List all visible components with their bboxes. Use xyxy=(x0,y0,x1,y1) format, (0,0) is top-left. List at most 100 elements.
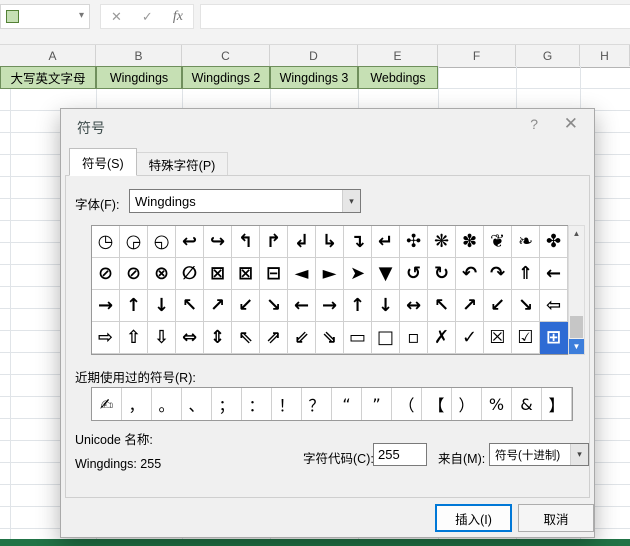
cell-B1[interactable]: Wingdings xyxy=(96,66,182,89)
symbol-cell[interactable]: ⇘ xyxy=(316,322,344,354)
symbol-cell[interactable]: ↓ xyxy=(148,290,176,322)
recent-symbol-cell[interactable]: ， xyxy=(122,388,152,420)
insert-button[interactable]: 插入(I) xyxy=(435,504,512,532)
symbol-cell[interactable]: ▭ xyxy=(344,322,372,354)
recent-symbol-cell[interactable]: “ xyxy=(332,388,362,420)
symbol-cell[interactable]: ↑ xyxy=(344,290,372,322)
symbol-cell[interactable]: ⇧ xyxy=(120,322,148,354)
symbol-cell[interactable]: ↺ xyxy=(400,258,428,290)
symbol-cell[interactable]: ↶ xyxy=(456,258,484,290)
symbol-cell[interactable]: ⇨ xyxy=(92,322,120,354)
cancel-button[interactable]: 取消 xyxy=(518,504,594,532)
name-box-dropdown-icon[interactable]: ▾ xyxy=(79,10,84,21)
cell-E1[interactable]: Webdings xyxy=(358,66,438,89)
symbol-cell[interactable]: ✓ xyxy=(456,322,484,354)
symbol-cell[interactable]: ⇑ xyxy=(512,258,540,290)
formula-enter-icon[interactable]: ✓ xyxy=(142,10,153,23)
symbol-cell[interactable]: ↔ xyxy=(400,290,428,322)
scroll-up-icon[interactable]: ▲ xyxy=(569,226,584,241)
symbol-cell[interactable]: ✽ xyxy=(456,226,484,258)
recent-symbol-cell[interactable]: ” xyxy=(362,388,392,420)
insert-function-icon[interactable]: fx xyxy=(173,9,183,24)
cell-D1[interactable]: Wingdings 3 xyxy=(270,66,358,89)
column-header-E[interactable]: E xyxy=(358,45,438,66)
symbol-cell[interactable]: ⊘ xyxy=(120,258,148,290)
symbol-cell[interactable]: ← xyxy=(288,290,316,322)
symbol-cell[interactable]: ∅ xyxy=(176,258,204,290)
symbol-cell[interactable]: ▫ xyxy=(400,322,428,354)
symbol-cell[interactable]: ✤ xyxy=(540,226,568,258)
symbol-cell[interactable]: ◶ xyxy=(120,226,148,258)
symbol-cell[interactable]: ⊠ xyxy=(204,258,232,290)
symbol-cell[interactable]: ↷ xyxy=(484,258,512,290)
recent-symbol-cell[interactable]: ； xyxy=(212,388,242,420)
symbol-cell[interactable]: ◵ xyxy=(148,226,176,258)
close-icon[interactable]: ✕ xyxy=(564,114,578,134)
symbol-cell[interactable]: ↴ xyxy=(344,226,372,258)
symbol-cell[interactable]: ⇩ xyxy=(148,322,176,354)
symbol-cell[interactable]: ❦ xyxy=(484,226,512,258)
symbol-cell[interactable]: ↙ xyxy=(232,290,260,322)
symbol-cell[interactable]: ☒ xyxy=(484,322,512,354)
recent-symbol-cell[interactable]: ： xyxy=(242,388,272,420)
name-box[interactable]: ▾ xyxy=(0,4,90,29)
symbol-cell[interactable]: ↗ xyxy=(204,290,232,322)
symbol-cell[interactable]: ⊞ xyxy=(540,322,568,354)
char-code-input[interactable] xyxy=(373,443,427,466)
symbol-cell[interactable]: ↻ xyxy=(428,258,456,290)
symbol-cell[interactable]: ❧ xyxy=(512,226,540,258)
cell-A1[interactable]: 大写英文字母 xyxy=(0,66,96,89)
chevron-down-icon[interactable]: ▾ xyxy=(342,190,360,212)
recent-symbol-cell[interactable]: & xyxy=(512,388,542,420)
symbol-cell[interactable]: ↘ xyxy=(260,290,288,322)
symbol-cell[interactable]: ⊠ xyxy=(232,258,260,290)
symbol-cell[interactable]: ↱ xyxy=(260,226,288,258)
column-header-G[interactable]: G xyxy=(516,45,580,66)
symbol-cell[interactable]: ⇙ xyxy=(288,322,316,354)
scroll-down-icon[interactable]: ▼ xyxy=(569,339,584,354)
symbol-cell[interactable]: → xyxy=(92,290,120,322)
from-combobox[interactable]: 符号(十进制) ▾ xyxy=(489,443,589,466)
symbol-cell[interactable]: ◄ xyxy=(288,258,316,290)
symbol-cell[interactable]: ⊘ xyxy=(92,258,120,290)
symbol-cell[interactable]: ⊗ xyxy=(148,258,176,290)
symbol-cell[interactable]: ☑ xyxy=(512,322,540,354)
recent-symbol-cell[interactable]: ） xyxy=(452,388,482,420)
column-header-D[interactable]: D xyxy=(270,45,358,66)
symbol-grid-scrollbar[interactable]: ▲ ▼ xyxy=(568,225,585,355)
symbol-cell[interactable]: ↰ xyxy=(232,226,260,258)
symbol-cell[interactable]: ↲ xyxy=(288,226,316,258)
chevron-down-icon[interactable]: ▾ xyxy=(570,444,588,465)
symbol-cell[interactable]: ⇖ xyxy=(232,322,260,354)
symbol-cell[interactable]: ⇕ xyxy=(204,322,232,354)
column-header-B[interactable]: B xyxy=(96,45,182,66)
symbol-cell[interactable]: ⊟ xyxy=(260,258,288,290)
symbol-cell[interactable]: ◷ xyxy=(92,226,120,258)
symbol-cell[interactable]: ↖ xyxy=(176,290,204,322)
formula-cancel-icon[interactable]: ✕ xyxy=(111,10,122,23)
symbol-cell[interactable]: ⇔ xyxy=(176,322,204,354)
scrollbar-thumb[interactable] xyxy=(570,316,583,338)
column-header-H[interactable]: H xyxy=(580,45,630,66)
symbol-cell[interactable]: ✗ xyxy=(428,322,456,354)
recent-symbol-cell[interactable]: （ xyxy=(392,388,422,420)
column-header-C[interactable]: C xyxy=(182,45,270,66)
font-combobox[interactable]: Wingdings ▾ xyxy=(129,189,361,213)
symbol-cell[interactable]: □ xyxy=(372,322,400,354)
symbol-cell[interactable]: ↖ xyxy=(428,290,456,322)
symbol-cell[interactable]: ↘ xyxy=(512,290,540,322)
symbol-cell[interactable]: → xyxy=(316,290,344,322)
symbol-cell[interactable]: ↗ xyxy=(456,290,484,322)
recent-symbol-cell[interactable]: 【 xyxy=(422,388,452,420)
column-header-F[interactable]: F xyxy=(438,45,516,66)
symbol-cell[interactable]: ▼ xyxy=(372,258,400,290)
symbol-cell[interactable]: ↑ xyxy=(120,290,148,322)
column-header-A[interactable]: A xyxy=(10,45,96,66)
symbol-cell[interactable]: ↩ xyxy=(176,226,204,258)
recent-symbol-cell[interactable]: 】 xyxy=(542,388,572,420)
symbol-cell[interactable]: ⇗ xyxy=(260,322,288,354)
symbol-cell[interactable]: ↪ xyxy=(204,226,232,258)
symbol-cell[interactable]: ← xyxy=(540,258,568,290)
symbol-cell[interactable]: ✣ xyxy=(400,226,428,258)
recent-symbol-cell[interactable]: 。 xyxy=(152,388,182,420)
